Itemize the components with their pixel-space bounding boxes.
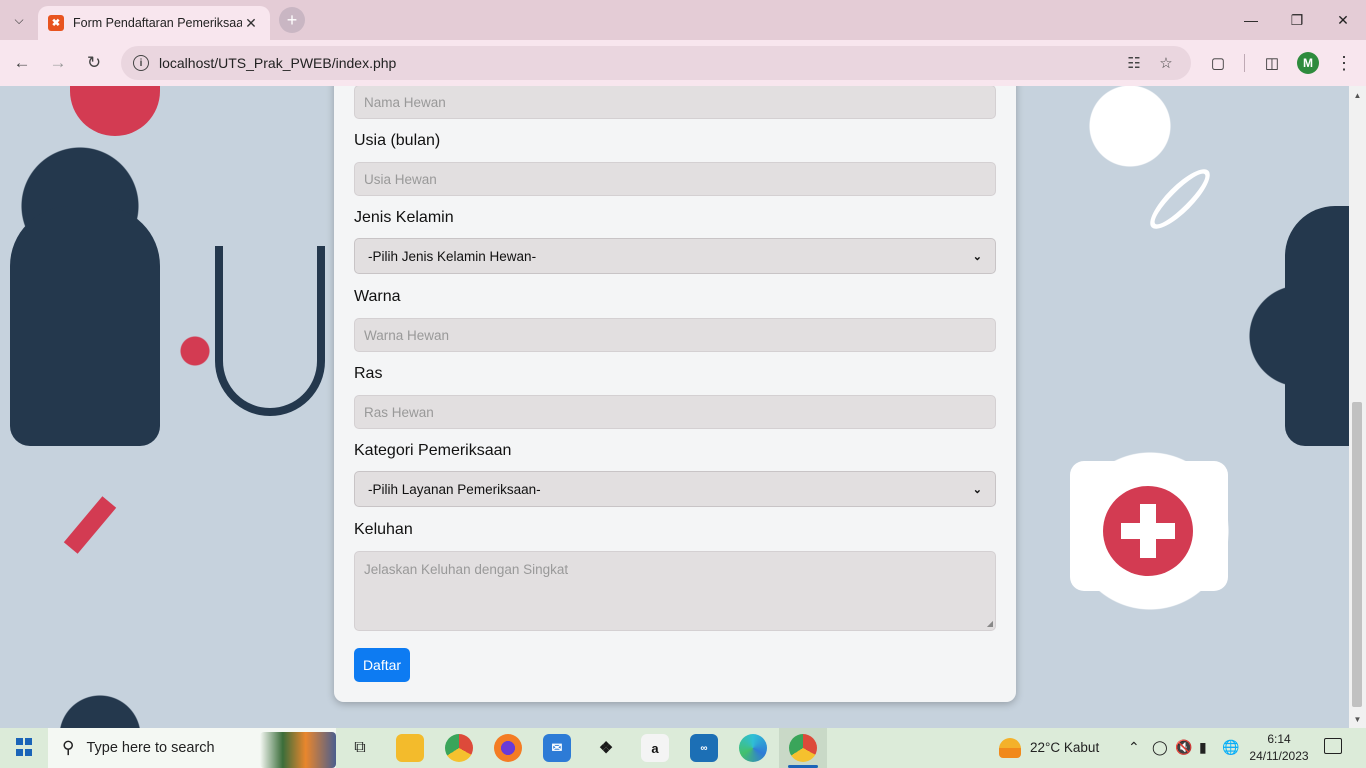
resize-grip-icon[interactable]: ◢ (987, 619, 993, 628)
back-arrow-icon[interactable]: ← (8, 49, 36, 77)
minimize-icon[interactable]: — (1228, 0, 1274, 40)
browser-toolbar: ← → ↻ i localhost/UTS_Prak_PWEB/index.ph… (0, 40, 1366, 86)
search-icon: ⚲ (62, 738, 75, 757)
restore-icon[interactable]: ❐ (1274, 0, 1320, 40)
weather-text[interactable]: 22°C Kabut (1030, 740, 1099, 755)
edge-icon[interactable] (739, 734, 767, 762)
usia-hewan-input[interactable]: Usia Hewan (354, 162, 996, 196)
search-highlight-art (260, 732, 336, 768)
mail-icon[interactable]: ✉ (543, 734, 571, 762)
chrome-profile-icon[interactable] (789, 734, 817, 762)
clock-date: 24/11/2023 (1249, 749, 1309, 763)
nama-hewan-input[interactable]: Nama Hewan (354, 86, 996, 119)
xampp-favicon-icon: ✖ (48, 15, 64, 31)
taskbar-search-box[interactable]: ⚲ Type here to search (48, 728, 336, 768)
file-explorer-icon[interactable] (396, 734, 424, 762)
jenis-kelamin-select[interactable]: -Pilih Jenis Kelamin Hewan- ⌄ (354, 238, 996, 274)
volume-muted-icon[interactable]: 🔇 (1175, 739, 1192, 756)
taskbar-search-placeholder: Type here to search (86, 740, 215, 756)
system-clock[interactable]: 6:14 24/11/2023 (1240, 731, 1318, 765)
daftar-submit-button[interactable]: Daftar (354, 648, 410, 682)
usia-label: Usia (bulan) (354, 132, 441, 149)
bookmark-star-icon[interactable]: ☆ (1153, 50, 1179, 76)
keluhan-placeholder: Jelaskan Keluhan dengan Singkat (364, 562, 569, 577)
chevron-down-icon: ⌄ (972, 250, 982, 263)
url-text[interactable]: localhost/UTS_Prak_PWEB/index.php (159, 55, 1115, 71)
dog-illustration (10, 206, 160, 446)
show-hidden-icons-chevron-icon[interactable]: ⌃ (1128, 739, 1140, 756)
tab-title: Form Pendaftaran Pemeriksaan (73, 16, 242, 30)
jenis-kelamin-selected: -Pilih Jenis Kelamin Hewan- (368, 248, 537, 264)
windows-start-icon[interactable] (8, 736, 40, 760)
meet-now-icon[interactable]: ◯ (1152, 739, 1168, 756)
side-panel-icon[interactable]: ◫ (1260, 51, 1284, 75)
weather-fog-icon[interactable] (999, 738, 1021, 758)
clock-time: 6:14 (1267, 732, 1291, 746)
forward-arrow-icon[interactable]: → (44, 49, 72, 77)
close-window-icon[interactable]: ✕ (1320, 0, 1366, 40)
site-info-icon[interactable]: i (133, 55, 149, 71)
stethoscope-illustration (215, 246, 325, 416)
tab-search-chevron-icon[interactable]: ⌵ (6, 8, 32, 32)
notification-center-icon[interactable] (1324, 738, 1342, 754)
address-bar[interactable]: i localhost/UTS_Prak_PWEB/index.php ☷ ☆ (121, 46, 1191, 80)
ras-hewan-input[interactable]: Ras Hewan (354, 395, 996, 429)
heart-shape (70, 86, 160, 136)
chevron-down-icon: ⌄ (972, 483, 982, 496)
kategori-label: Kategori Pemeriksaan (354, 442, 512, 459)
syringe-illustration (63, 496, 117, 554)
fish-illustration (1142, 161, 1218, 237)
dog-illustration-right (1285, 206, 1349, 446)
scroll-down-arrow-icon[interactable]: ▼ (1349, 712, 1366, 726)
warna-hewan-input[interactable]: Warna Hewan (354, 318, 996, 352)
translate-icon[interactable]: ☷ (1121, 50, 1147, 76)
amazon-icon[interactable]: a (641, 734, 669, 762)
keluhan-textarea[interactable]: Jelaskan Keluhan dengan Singkat ◢ (354, 551, 996, 631)
first-aid-cross-h (1121, 523, 1175, 539)
extensions-puzzle-icon[interactable]: ▢ (1206, 51, 1230, 75)
scroll-up-arrow-icon[interactable]: ▲ (1349, 88, 1366, 102)
profile-avatar[interactable]: M (1297, 52, 1319, 74)
windows-taskbar: ⚲ Type here to search ⧉ ✉ ❖ a ∞ 22°C Kab… (0, 728, 1366, 768)
scroll-thumb[interactable] (1352, 402, 1362, 707)
battery-icon[interactable]: ▮ (1199, 739, 1207, 756)
firefox-icon[interactable] (494, 734, 522, 762)
browser-tab[interactable]: ✖ Form Pendaftaran Pemeriksaan ✕ (38, 6, 270, 40)
jenis-kelamin-label: Jenis Kelamin (354, 209, 454, 226)
dropbox-icon[interactable]: ❖ (592, 734, 620, 762)
kategori-pemeriksaan-select[interactable]: -Pilih Layanan Pemeriksaan- ⌄ (354, 471, 996, 507)
page-scrollbar[interactable]: ▲ ▼ (1349, 86, 1366, 728)
registration-form-card: Nama Hewan Usia (bulan) Usia Hewan Jenis… (334, 86, 1016, 702)
arduino-icon[interactable]: ∞ (690, 734, 718, 762)
kategori-selected: -Pilih Layanan Pemeriksaan- (368, 481, 541, 497)
tab-close-icon[interactable]: ✕ (242, 15, 260, 32)
language-globe-icon[interactable]: 🌐 (1222, 739, 1239, 756)
chrome-icon[interactable] (445, 734, 473, 762)
new-tab-plus-icon[interactable]: + (279, 7, 305, 33)
toolbar-divider (1244, 54, 1245, 72)
browser-titlebar: ⌵ ✖ Form Pendaftaran Pemeriksaan ✕ + — ❐… (0, 0, 1366, 40)
keluhan-label: Keluhan (354, 521, 413, 538)
reload-icon[interactable]: ↻ (80, 49, 108, 77)
task-view-icon[interactable]: ⧉ (346, 734, 374, 762)
page-viewport: Nama Hewan Usia (bulan) Usia Hewan Jenis… (0, 86, 1349, 728)
menu-kebab-icon[interactable]: ⋮ (1332, 51, 1356, 75)
warna-label: Warna (354, 288, 401, 305)
ras-label: Ras (354, 365, 383, 382)
